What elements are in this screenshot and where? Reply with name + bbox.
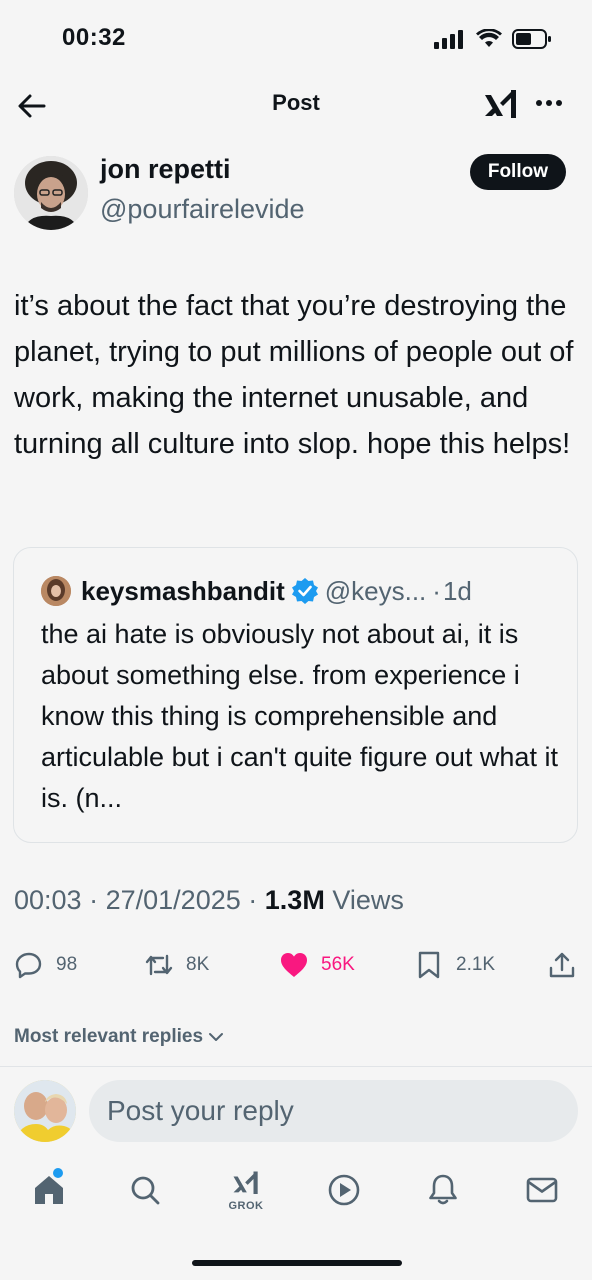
grok-icon <box>233 1171 258 1194</box>
quoted-author-handle: @keys... <box>324 575 427 606</box>
repost-button[interactable]: 8K <box>144 945 209 985</box>
reply-input[interactable] <box>89 1080 578 1142</box>
reply-composer <box>0 1078 592 1144</box>
quoted-author-name: keysmashbandit <box>81 575 285 606</box>
more-icon[interactable] <box>532 86 566 120</box>
reply-count: 98 <box>56 954 78 975</box>
xai-logo-icon[interactable] <box>482 86 520 124</box>
chevron-down-icon <box>209 1033 224 1041</box>
tab-home[interactable] <box>19 1160 79 1220</box>
share-button[interactable] <box>547 945 577 985</box>
home-indicator <box>192 1260 402 1266</box>
status-icons <box>434 28 552 50</box>
post-author: jon repetti @pourfairelevide Follow <box>14 150 566 240</box>
bottom-tab-bar: GROK <box>0 1160 592 1230</box>
quoted-separator: · <box>432 575 441 606</box>
like-button[interactable]: 56K <box>279 945 355 985</box>
heart-icon <box>281 953 307 977</box>
tab-messages[interactable] <box>512 1160 572 1220</box>
share-icon <box>549 952 575 978</box>
verified-icon <box>291 578 318 604</box>
top-bar: Post <box>0 80 592 130</box>
battery-icon <box>512 29 551 49</box>
bell-icon <box>429 1174 457 1205</box>
post-meta: 00:03 · 27/01/2025 · 1.3M Views <box>14 885 404 916</box>
tab-notifications[interactable] <box>413 1160 473 1220</box>
meta-separator: · <box>89 885 99 915</box>
grok-label: GROK <box>228 1199 264 1212</box>
quoted-post[interactable]: keysmashbandit @keys... · 1d the ai hate… <box>13 547 578 843</box>
bookmark-icon <box>418 951 440 979</box>
tab-search[interactable] <box>115 1160 175 1220</box>
video-icon <box>328 1174 360 1206</box>
post-time: 00:03 <box>14 885 82 915</box>
follow-button[interactable]: Follow <box>469 154 566 190</box>
quoted-avatar <box>41 576 71 606</box>
quoted-post-text: the ai hate is obviously not about ai, i… <box>41 619 558 813</box>
views-count: 1.3M <box>264 885 325 915</box>
bookmark-button[interactable]: 2.1K <box>414 945 495 985</box>
replies-filter-label: Most relevant replies <box>14 1026 204 1047</box>
post-text: it’s about the fact that you’re destroyi… <box>14 290 574 460</box>
replies-filter[interactable]: Most relevant replies <box>14 1026 225 1048</box>
post-date: 27/01/2025 <box>105 885 241 915</box>
divider <box>0 1066 592 1067</box>
reply-button[interactable]: 98 <box>14 945 77 985</box>
like-count: 56K <box>321 954 355 975</box>
mail-icon <box>526 1177 558 1203</box>
meta-separator: · <box>248 885 258 915</box>
action-bar: 98 8K 56K 2.1K <box>14 945 580 985</box>
search-icon <box>131 1176 160 1205</box>
author-handle[interactable]: @pourfairelevide <box>100 194 305 225</box>
bookmark-count: 2.1K <box>456 954 496 975</box>
status-bar: 00:32 <box>0 0 592 80</box>
quoted-age: 1d <box>442 575 472 606</box>
quoted-post-header: keysmashbandit @keys... · 1d <box>41 574 563 608</box>
tab-video[interactable] <box>314 1160 374 1220</box>
status-time: 00:32 <box>62 24 126 51</box>
home-icon <box>35 1176 63 1204</box>
notification-dot <box>53 1168 63 1178</box>
signal-icon <box>434 30 463 49</box>
views-label: Views <box>332 885 404 915</box>
author-name[interactable]: jon repetti <box>100 154 231 185</box>
repost-icon <box>145 954 173 976</box>
repost-count: 8K <box>186 954 210 975</box>
my-avatar[interactable] <box>14 1080 76 1142</box>
wifi-icon <box>476 29 502 47</box>
reply-icon <box>15 952 42 979</box>
author-avatar[interactable] <box>14 156 88 230</box>
tab-grok[interactable]: GROK <box>216 1160 276 1220</box>
